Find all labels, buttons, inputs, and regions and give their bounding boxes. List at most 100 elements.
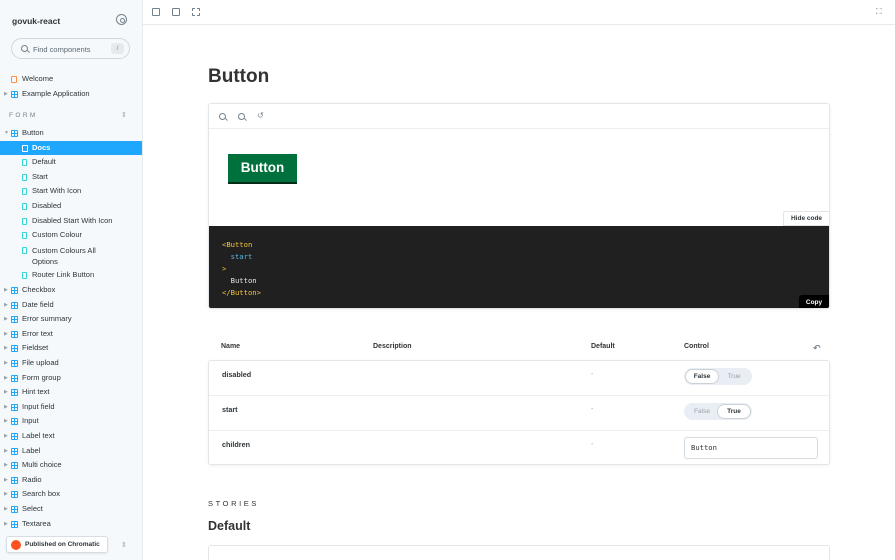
story-icon <box>22 188 27 195</box>
args-table-header: Name Description Default Control ↶ <box>208 336 830 358</box>
sidebar-item-button[interactable]: ▼ Button <box>0 126 142 140</box>
sidebar: govuk-react / Welcome ▶ Example Applicat… <box>0 0 143 560</box>
sidebar-item-label: Docs <box>32 143 51 152</box>
chevron-right-icon: ▶ <box>4 476 8 483</box>
hide-code-button[interactable]: Hide code <box>783 211 829 226</box>
chevron-right-icon: ▶ <box>4 520 8 527</box>
sidebar-item-error-summary[interactable]: ▶ Error summary <box>0 312 142 326</box>
zoom-out-icon[interactable] <box>238 113 245 120</box>
sidebar-item-label: Default <box>32 157 56 166</box>
chromatic-label: Published on Chromatic <box>25 541 100 548</box>
search-input[interactable] <box>33 42 103 56</box>
brand-title[interactable]: govuk-react <box>12 16 60 26</box>
sidebar-item-story[interactable]: Custom Colour <box>0 228 142 242</box>
component-icon <box>11 462 18 470</box>
column-header-default: Default <box>591 343 615 350</box>
column-header-description: Description <box>373 343 412 350</box>
sidebar-item-file-upload[interactable]: ▶ File upload <box>0 356 142 370</box>
sidebar-item-label: Radio <box>22 474 42 484</box>
sidebar-item-search-box[interactable]: ▶ Search box <box>0 487 142 501</box>
zoom-in-icon[interactable] <box>219 113 226 120</box>
children-text-input[interactable]: Button <box>684 437 818 459</box>
sidebar-group-form[interactable]: FORM <box>9 112 38 119</box>
sidebar-item-fieldset[interactable]: ▶ Fieldset <box>0 341 142 355</box>
outline-icon[interactable] <box>192 8 200 16</box>
sidebar-item-story[interactable]: Disabled Start With Icon <box>0 214 142 228</box>
sidebar-item-checkbox[interactable]: ▶ Checkbox <box>0 283 142 297</box>
chevron-right-icon: ▶ <box>4 91 8 97</box>
sidebar-item-label-text[interactable]: ▶ Label text <box>0 429 142 443</box>
sidebar-item-hint-text[interactable]: ▶ Hint text <box>0 385 142 399</box>
chevron-right-icon: ▶ <box>4 360 8 366</box>
sidebar-item-story[interactable]: Custom Colours All Options <box>0 243 142 268</box>
code-line: > <box>222 264 227 273</box>
sidebar-item-label: Disabled <box>32 201 62 210</box>
chevron-right-icon: ▶ <box>4 345 8 352</box>
arg-default: - <box>591 441 594 448</box>
sidebar-item-welcome[interactable]: Welcome <box>0 72 142 86</box>
expand-collapse-icon[interactable]: ⇕ <box>121 541 127 549</box>
chevron-right-icon: ▶ <box>4 389 8 396</box>
arg-name: disabled <box>222 370 252 379</box>
code-line: Button <box>222 276 257 285</box>
component-icon <box>11 491 18 499</box>
docs-main: Button ↺ Button Hide code <Button start … <box>143 26 895 560</box>
reset-controls-icon[interactable]: ↶ <box>813 343 821 354</box>
sidebar-item-date-field[interactable]: ▶ Date field <box>0 298 142 312</box>
disabled-boolean-toggle[interactable]: False True <box>684 368 752 385</box>
sidebar-item-input-field[interactable]: ▶ Input field <box>0 400 142 414</box>
sidebar-item-error-text[interactable]: ▶ Error text <box>0 327 142 341</box>
component-icon <box>11 476 18 484</box>
sidebar-item-label: Label text <box>22 431 55 440</box>
sidebar-item-textarea[interactable]: ▶ Textarea <box>0 517 142 531</box>
govuk-start-button[interactable]: Button <box>228 154 297 182</box>
sidebar-item-label: Search box <box>22 489 60 499</box>
sidebar-item-story[interactable]: Start <box>0 170 142 184</box>
sidebar-item-story[interactable]: Start With Icon <box>0 184 142 198</box>
sidebar-item-story[interactable]: Router Link Button <box>0 268 142 282</box>
story-icon <box>22 232 27 239</box>
page-title: Button <box>208 66 270 87</box>
story-icon <box>22 203 27 210</box>
fullscreen-icon[interactable]: ⛶ <box>876 7 882 17</box>
expand-collapse-icon[interactable]: ⇕ <box>121 111 127 119</box>
story-title: Default <box>208 519 251 533</box>
sidebar-item-label: Custom Colours All Options <box>32 246 96 266</box>
sidebar-item-label[interactable]: ▶ Label <box>0 444 142 458</box>
sidebar-item-label: Button <box>22 128 44 137</box>
sidebar-item-label: Router Link Button <box>32 270 95 279</box>
sidebar-item-example-application[interactable]: ▶ Example Application <box>0 87 142 101</box>
toggle-option-true[interactable]: True <box>718 370 750 383</box>
sidebar-item-input[interactable]: ▶ Input <box>0 414 142 428</box>
component-icon <box>11 301 18 309</box>
column-header-name: Name <box>221 343 241 350</box>
top-toolbar: ⛶ <box>143 0 895 25</box>
sidebar-item-select[interactable]: ▶ Select <box>0 502 142 516</box>
story-icon <box>22 272 27 279</box>
chevron-right-icon: ▶ <box>4 491 8 498</box>
toggle-option-false[interactable]: False <box>686 405 718 418</box>
published-on-chromatic-link[interactable]: Published on Chromatic <box>6 536 108 553</box>
search-box[interactable]: / <box>11 38 130 59</box>
zoom-reset-icon[interactable]: ↺ <box>257 111 264 120</box>
sidebar-item-label: Start <box>32 172 48 181</box>
sidebar-item-docs[interactable]: Docs <box>0 141 142 155</box>
start-boolean-toggle[interactable]: False True <box>684 403 752 420</box>
chevron-right-icon: ▶ <box>4 462 8 469</box>
sidebar-item-label: Checkbox <box>22 285 56 294</box>
component-icon <box>11 389 18 397</box>
sidebar-item-form-group[interactable]: ▶ Form group <box>0 371 142 385</box>
story-preview: ↺ Button Hide code <Button start > Butto… <box>208 103 830 309</box>
sidebar-item-story[interactable]: Disabled <box>0 199 142 213</box>
toggle-option-false[interactable]: False <box>686 370 718 383</box>
sidebar-item-story[interactable]: Default <box>0 155 142 169</box>
sidebar-item-multi-choice[interactable]: ▶ Multi choice <box>0 458 142 472</box>
settings-gear-icon[interactable] <box>116 14 127 25</box>
sidebar-item-label: Start With Icon <box>32 186 82 195</box>
sidebar-item-radio[interactable]: ▶ Radio <box>0 473 142 487</box>
grid-icon[interactable] <box>172 8 180 16</box>
copy-button[interactable]: Copy <box>799 295 829 308</box>
toggle-option-true[interactable]: True <box>718 405 750 418</box>
image-icon[interactable] <box>152 8 160 16</box>
sidebar-item-label: Disabled Start With Icon <box>32 216 113 225</box>
